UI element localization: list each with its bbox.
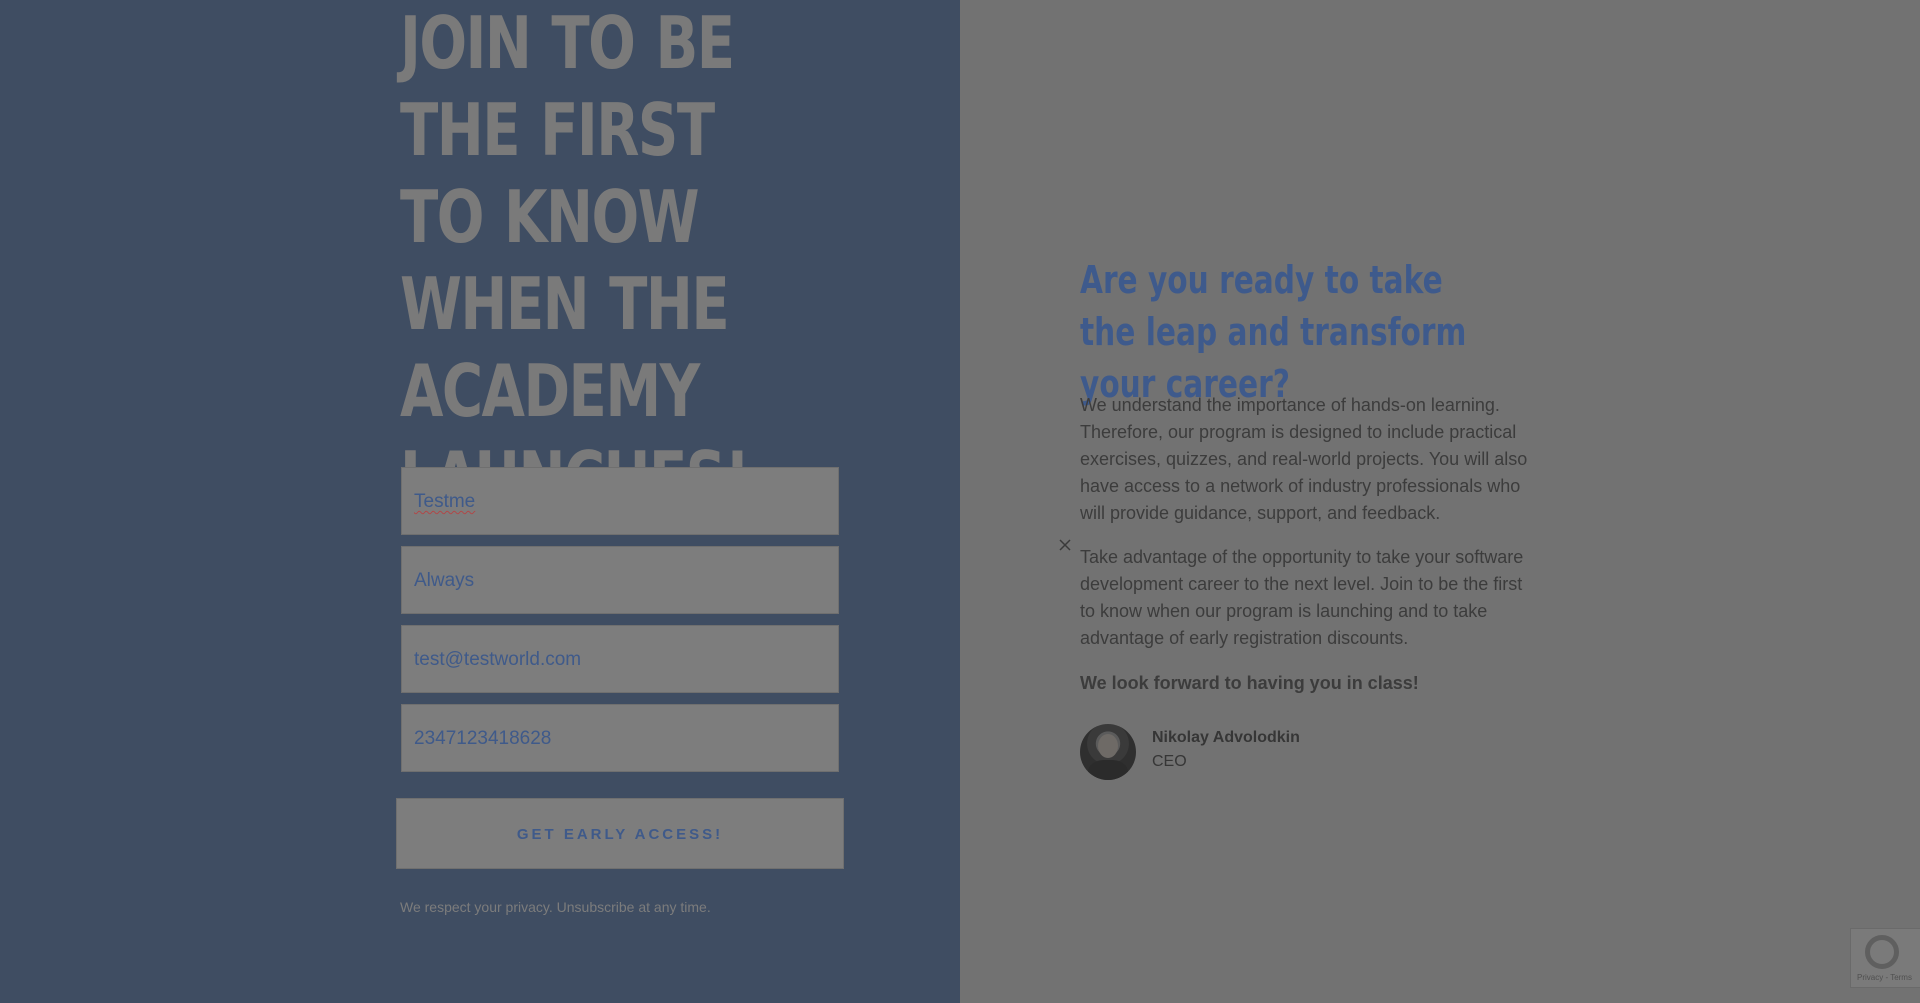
avatar <box>1080 724 1136 780</box>
info-title: Are you ready to take the leap and trans… <box>1080 258 1467 406</box>
signup-headline: JOIN TO BE THE FIRST TO KNOW WHEN THE AC… <box>400 1 750 520</box>
modal-overlay: JOIN TO BE THE FIRST TO KNOW WHEN THE AC… <box>0 0 1920 1003</box>
privacy-note: We respect your privacy. Unsubscribe at … <box>400 899 711 915</box>
get-early-access-button[interactable]: GET EARLY ACCESS! <box>396 798 844 869</box>
signup-panel: JOIN TO BE THE FIRST TO KNOW WHEN THE AC… <box>0 0 960 1003</box>
first-name-value: Testme <box>414 491 476 512</box>
phone-value: 2347123418628 <box>414 728 552 749</box>
info-paragraph-2: Take advantage of the opportunity to tak… <box>1080 547 1524 648</box>
phone-field[interactable]: 2347123418628 <box>401 704 839 772</box>
recaptcha-icon <box>1865 935 1899 969</box>
last-name-field[interactable]: Always <box>401 546 839 614</box>
person-role: CEO <box>1152 753 1187 770</box>
person-name: Nikolay Advolodkin <box>1152 729 1300 746</box>
info-paragraph-1: We understand the importance of hands-on… <box>1080 395 1528 523</box>
closing-line: We look forward to having you in class! <box>1080 673 1419 693</box>
email-field[interactable]: test@testworld.com <box>401 625 839 693</box>
email-value: test@testworld.com <box>414 649 582 670</box>
last-name-value: Always <box>414 570 475 591</box>
recaptcha-links[interactable]: Privacy - Terms <box>1857 973 1912 982</box>
close-icon[interactable] <box>1055 535 1075 555</box>
recaptcha-badge[interactable]: Privacy - Terms <box>1850 928 1920 988</box>
first-name-field[interactable]: Testme <box>401 467 839 535</box>
